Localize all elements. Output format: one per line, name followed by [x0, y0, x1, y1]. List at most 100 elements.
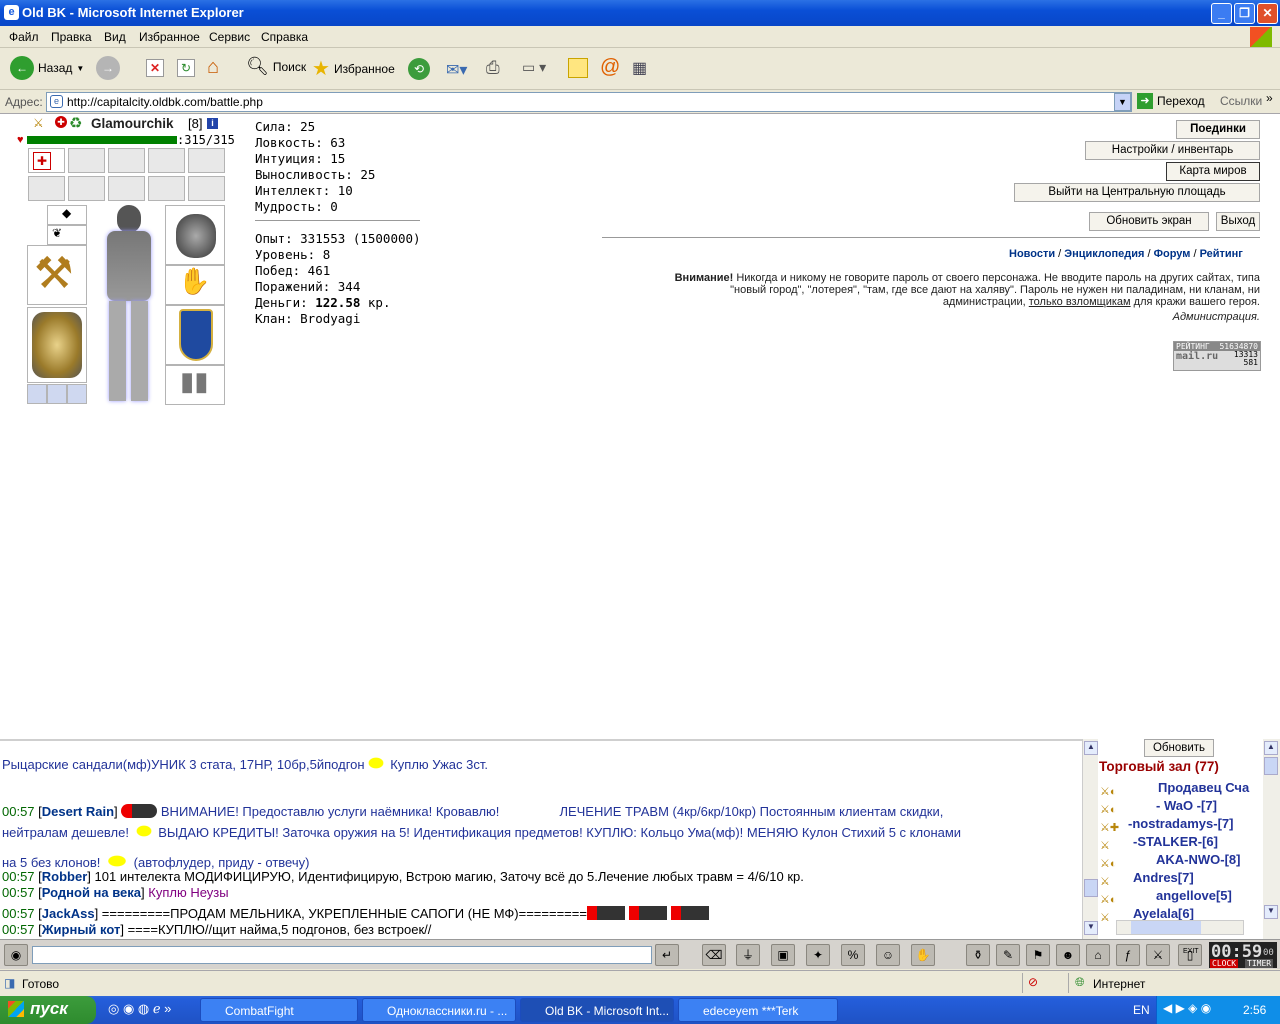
- fights-button[interactable]: Поединки: [1176, 120, 1260, 139]
- flag-icon[interactable]: ⚑: [1026, 944, 1050, 966]
- mailru-at-icon[interactable]: @: [600, 56, 620, 79]
- links-label[interactable]: Ссылки: [1220, 94, 1262, 108]
- search-button[interactable]: 🔍︎ Поиск: [246, 56, 306, 77]
- address-input[interactable]: http://capitalcity.oldbk.com/battle.php: [46, 92, 1132, 112]
- world-map-button[interactable]: Карта миров: [1166, 162, 1260, 181]
- start-button[interactable]: пуск: [0, 996, 96, 1024]
- quick-launch-icons[interactable]: ◎ ◉ ◍ ℯ »: [108, 1001, 171, 1017]
- inventory-icon[interactable]: ⚱: [966, 944, 990, 966]
- online-user[interactable]: AKA-NWO-[8]: [1156, 852, 1240, 867]
- scroll-up-icon[interactable]: ▲: [1264, 741, 1278, 755]
- translit-icon[interactable]: %: [841, 944, 865, 966]
- earring-slot[interactable]: ◆: [47, 205, 87, 225]
- exit-central-square-button[interactable]: Выйти на Центральную площадь: [1014, 183, 1260, 202]
- scroll-slot-9[interactable]: [148, 176, 185, 201]
- online-user[interactable]: Продавец Сча: [1158, 780, 1249, 795]
- scroll-slot-6[interactable]: [28, 176, 65, 201]
- print-icon[interactable]: ⎙: [486, 58, 500, 78]
- online-user[interactable]: Ayelala[6]: [1133, 906, 1194, 921]
- hand-icon[interactable]: ✋: [911, 944, 935, 966]
- scroll-slot-1[interactable]: ✚: [28, 148, 65, 173]
- menu-edit[interactable]: Правка: [51, 30, 92, 44]
- scroll-slot-7[interactable]: [68, 176, 105, 201]
- lock-icon[interactable]: ⌂: [1086, 944, 1110, 966]
- menu-file[interactable]: Файл: [9, 30, 39, 44]
- online-user[interactable]: -nostradamys-[7]: [1128, 816, 1233, 831]
- history-icon[interactable]: ⟲: [408, 58, 430, 80]
- mail-icon[interactable]: ✉▾: [446, 60, 467, 80]
- amulet-slot[interactable]: ❦: [47, 225, 87, 245]
- scroll-up-icon[interactable]: ▲: [1084, 741, 1098, 755]
- f-icon[interactable]: ƒ: [1116, 944, 1140, 966]
- send-icon[interactable]: ↵: [655, 944, 679, 966]
- task-edeceyem[interactable]: edeceyem ***Terk: [678, 998, 838, 1022]
- boots-slot[interactable]: ▮▮: [165, 365, 225, 405]
- tray-icons[interactable]: ◀ ▶ ◈ ◉: [1163, 1001, 1211, 1015]
- scroll-down-icon[interactable]: ▼: [1264, 905, 1278, 919]
- chat-input[interactable]: [32, 946, 652, 964]
- sword-icon[interactable]: ⚔: [1146, 944, 1170, 966]
- friends-icon[interactable]: ☻: [1056, 944, 1080, 966]
- quill-icon[interactable]: ✎: [996, 944, 1020, 966]
- menu-view[interactable]: Вид: [104, 30, 126, 44]
- rating-link[interactable]: Рейтинг: [1200, 248, 1243, 260]
- scroll-slot-8[interactable]: [108, 176, 145, 201]
- exit-icon[interactable]: EXIT ▯: [1178, 944, 1202, 966]
- home-icon[interactable]: ⌂: [207, 56, 219, 79]
- chat-mode-icon[interactable]: ◉: [4, 944, 28, 966]
- scroll-slot-10[interactable]: [188, 176, 225, 201]
- scroll-slot-2[interactable]: [68, 148, 105, 173]
- refresh-screen-button[interactable]: Обновить экран: [1089, 212, 1209, 231]
- ring-slot-2[interactable]: [47, 384, 67, 404]
- ring-slot-3[interactable]: [67, 384, 87, 404]
- scroll-slot-4[interactable]: [148, 148, 185, 173]
- encyclopedia-link[interactable]: Энциклопедия: [1064, 248, 1144, 260]
- fighters-icon[interactable]: ✦: [806, 944, 830, 966]
- scroll-slot-3[interactable]: [108, 148, 145, 173]
- back-button[interactable]: ← Назад ▼: [10, 56, 84, 80]
- smiles-icon[interactable]: ☺: [876, 944, 900, 966]
- armor-slot[interactable]: [27, 307, 87, 383]
- news-link[interactable]: Новости: [1009, 248, 1055, 260]
- task-oldbk[interactable]: Old BK - Microsoft Int...: [520, 998, 674, 1022]
- online-hscroll[interactable]: [1116, 920, 1244, 935]
- scroll-thumb[interactable]: [1264, 757, 1278, 775]
- online-user[interactable]: - WaO -[7]: [1156, 798, 1217, 813]
- menu-tools[interactable]: Сервис: [209, 30, 250, 44]
- scroll-slot-5[interactable]: [188, 148, 225, 173]
- refresh-icon[interactable]: ↻: [177, 59, 195, 77]
- language-indicator[interactable]: EN: [1133, 1003, 1150, 1017]
- chat-scrollbar[interactable]: ▲ ▼: [1082, 739, 1098, 939]
- settings-inventory-button[interactable]: Настройки / инвентарь: [1085, 141, 1260, 160]
- character-avatar[interactable]: [95, 205, 163, 405]
- menu-help[interactable]: Справка: [261, 30, 308, 44]
- eraser-icon[interactable]: ⌫: [702, 944, 726, 966]
- helmet-slot[interactable]: [165, 205, 225, 265]
- info-icon[interactable]: i: [207, 118, 218, 129]
- scroll-thumb[interactable]: [1084, 879, 1098, 897]
- popup-blocked-icon[interactable]: ⊘: [1028, 975, 1038, 989]
- gloves-slot[interactable]: ✋: [165, 265, 225, 305]
- task-combatfight[interactable]: CombatFight: [200, 998, 358, 1022]
- scroll-down-icon[interactable]: ▼: [1084, 921, 1098, 935]
- menu-favorites[interactable]: Избранное: [139, 30, 200, 44]
- character-name[interactable]: Glamourchik: [91, 116, 174, 131]
- stop-icon[interactable]: ✕: [146, 59, 164, 77]
- forward-button[interactable]: →: [96, 56, 120, 80]
- online-user[interactable]: Andres[7]: [1133, 870, 1194, 885]
- go-button[interactable]: ➜ Переход: [1137, 93, 1205, 109]
- weapon-slot[interactable]: ⚒: [27, 245, 87, 305]
- task-odnoklassniki[interactable]: Одноклассники.ru - ...: [362, 998, 516, 1022]
- favorites-button[interactable]: ★ Избранное: [312, 56, 395, 81]
- online-scrollbar[interactable]: ▲ ▼: [1263, 739, 1280, 939]
- save-icon[interactable]: ▣: [771, 944, 795, 966]
- filter-icon[interactable]: ⏚: [736, 944, 760, 966]
- forum-link[interactable]: Форум: [1154, 248, 1191, 260]
- shield-slot[interactable]: [165, 305, 225, 365]
- online-user[interactable]: -STALKER-[6]: [1133, 834, 1218, 849]
- logout-button[interactable]: Выход: [1216, 212, 1260, 231]
- online-refresh-button[interactable]: Обновить: [1144, 739, 1214, 757]
- hscroll-thumb[interactable]: [1131, 921, 1201, 934]
- online-user[interactable]: angellove[5]: [1156, 888, 1232, 903]
- notes-icon[interactable]: [568, 58, 588, 78]
